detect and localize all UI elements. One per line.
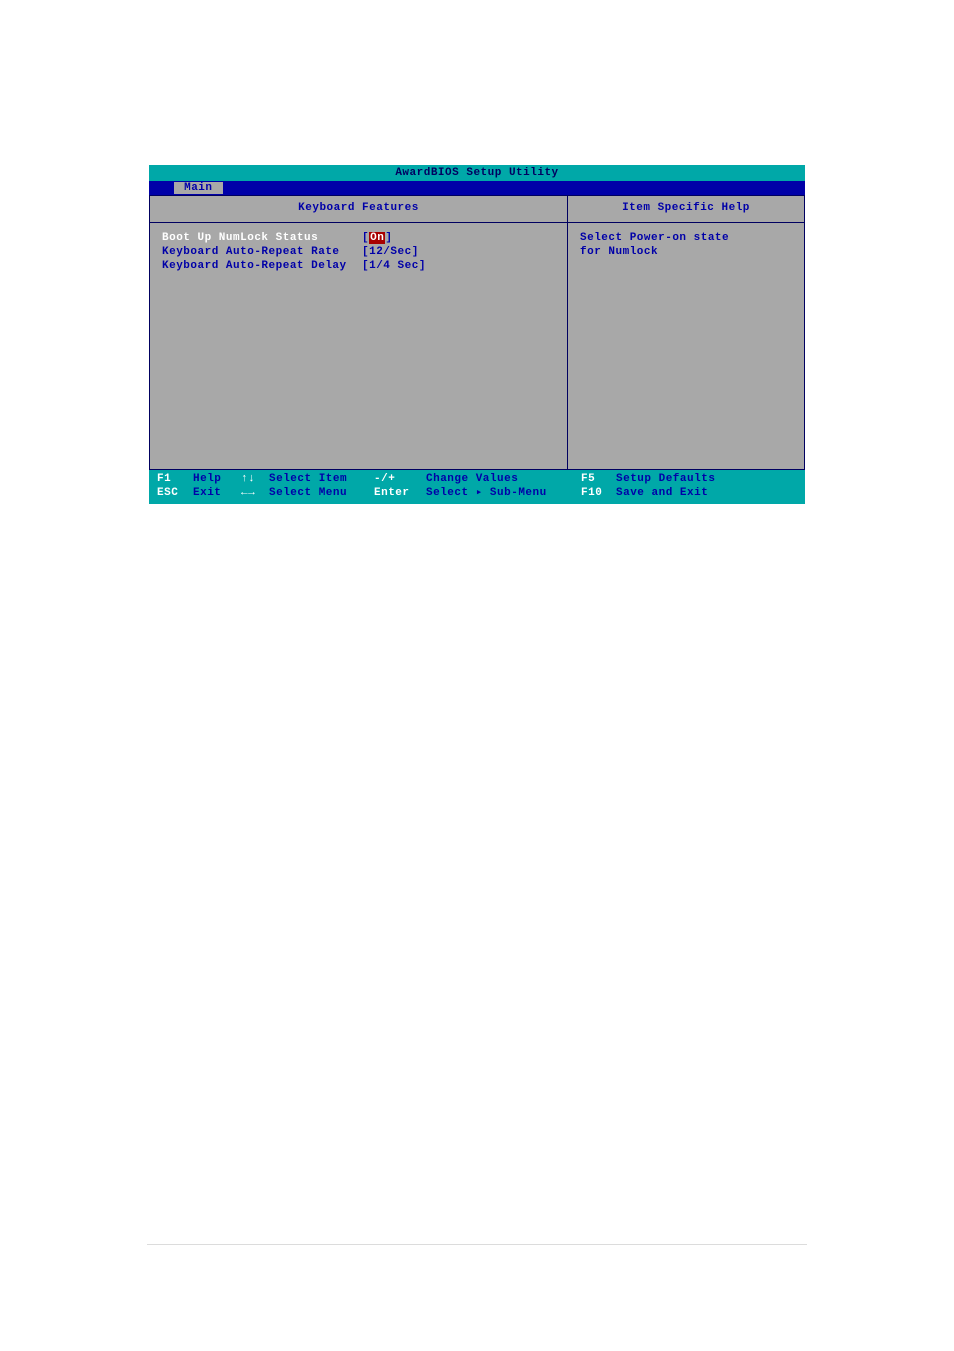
tab-main[interactable]: Main: [174, 182, 222, 194]
left-panel: Keyboard Features Boot Up NumLock Status…: [149, 195, 567, 470]
key-f10: F10: [581, 486, 616, 500]
key-leftright-icon: ←→: [241, 486, 269, 500]
setting-auto-repeat-rate[interactable]: Keyboard Auto-Repeat Rate [12/Sec]: [162, 245, 555, 259]
setting-value[interactable]: [On]: [362, 231, 392, 245]
action-setup-defaults: Setup Defaults: [616, 472, 715, 486]
title-bar: AwardBIOS Setup Utility: [149, 165, 805, 181]
left-panel-header: Keyboard Features: [150, 196, 567, 223]
main-area: Keyboard Features Boot Up NumLock Status…: [149, 195, 805, 470]
menu-bar[interactable]: Main: [149, 181, 805, 195]
setting-value[interactable]: [1/4 Sec]: [362, 259, 426, 273]
key-esc: ESC: [157, 486, 193, 500]
setting-value[interactable]: [12/Sec]: [362, 245, 419, 259]
title-text: AwardBIOS Setup Utility: [395, 167, 558, 179]
key-updown-icon: ↑↓: [241, 472, 269, 486]
key-plusminus: -/+: [374, 472, 426, 486]
setting-auto-repeat-delay[interactable]: Keyboard Auto-Repeat Delay [1/4 Sec]: [162, 259, 555, 273]
menu-bar-prefix: [157, 182, 164, 194]
action-save-exit: Save and Exit: [616, 486, 708, 500]
action-select-item: Select Item: [269, 472, 374, 486]
setting-label: Boot Up NumLock Status: [162, 231, 362, 245]
help-panel: Item Specific Help Select Power-on state…: [567, 195, 805, 470]
action-select-submenu: Select ▸ Sub-Menu: [426, 486, 581, 500]
setting-label: Keyboard Auto-Repeat Rate: [162, 245, 362, 259]
action-select-menu: Select Menu: [269, 486, 374, 500]
key-f5: F5: [581, 472, 616, 486]
help-body: Select Power-on state for Numlock: [568, 223, 804, 469]
key-f1: F1: [157, 472, 193, 486]
footer-bar: F1 Help ↑↓ Select Item -/+ Change Values…: [149, 470, 805, 504]
bios-window: AwardBIOS Setup Utility Main Keyboard Fe…: [149, 165, 805, 504]
help-text-line: for Numlock: [580, 245, 792, 259]
help-text-line: Select Power-on state: [580, 231, 792, 245]
footer-row-2: ESC Exit ←→ Select Menu Enter Select ▸ S…: [157, 486, 797, 500]
settings-list: Boot Up NumLock Status [On] Keyboard Aut…: [150, 223, 567, 469]
key-enter: Enter: [374, 486, 426, 500]
action-exit: Exit: [193, 486, 241, 500]
footer-row-1: F1 Help ↑↓ Select Item -/+ Change Values…: [157, 472, 797, 486]
action-change-values: Change Values: [426, 472, 581, 486]
setting-numlock-status[interactable]: Boot Up NumLock Status [On]: [162, 231, 555, 245]
setting-label: Keyboard Auto-Repeat Delay: [162, 259, 362, 273]
page-divider: [147, 1244, 807, 1245]
help-panel-header: Item Specific Help: [568, 196, 804, 223]
action-help: Help: [193, 472, 241, 486]
